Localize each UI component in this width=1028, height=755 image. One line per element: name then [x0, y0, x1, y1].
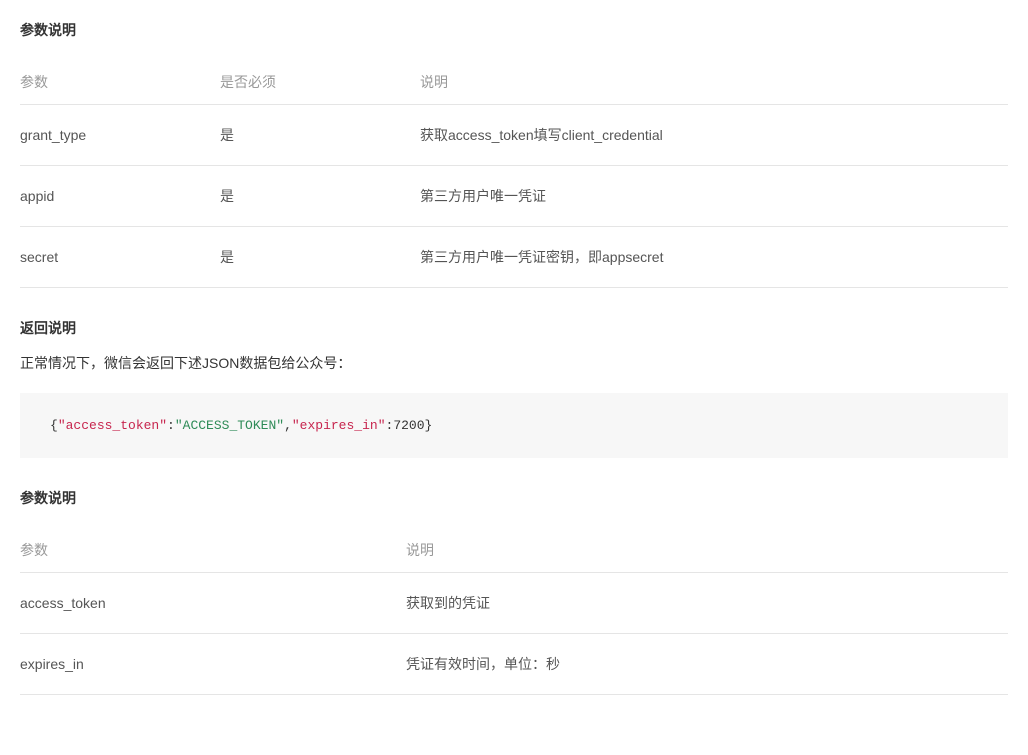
params-section-title: 参数说明	[20, 20, 1008, 40]
code-key: "access_token"	[58, 418, 167, 433]
code-key: "expires_in"	[292, 418, 386, 433]
return-section-title: 返回说明	[20, 318, 1008, 338]
table-row: secret 是 第三方用户唯一凭证密钥，即appsecret	[20, 227, 1008, 288]
code-string: "ACCESS_TOKEN"	[175, 418, 284, 433]
return-params-table: 参数 说明 access_token 获取到的凭证 expires_in 凭证有…	[20, 528, 1008, 695]
cell-required: 是	[220, 166, 420, 227]
cell-param: access_token	[20, 573, 406, 634]
cell-param: grant_type	[20, 105, 220, 166]
table-header-row: 参数 说明	[20, 528, 1008, 573]
cell-desc: 获取access_token填写client_credential	[420, 105, 1008, 166]
table-row: appid 是 第三方用户唯一凭证	[20, 166, 1008, 227]
cell-param: expires_in	[20, 634, 406, 695]
cell-desc: 获取到的凭证	[406, 573, 1008, 634]
table-row: expires_in 凭证有效时间，单位：秒	[20, 634, 1008, 695]
table-header-row: 参数 是否必须 说明	[20, 60, 1008, 105]
header-param: 参数	[20, 528, 406, 573]
header-desc: 说明	[420, 60, 1008, 105]
params-table: 参数 是否必须 说明 grant_type 是 获取access_token填写…	[20, 60, 1008, 288]
header-required: 是否必须	[220, 60, 420, 105]
table-row: grant_type 是 获取access_token填写client_cred…	[20, 105, 1008, 166]
json-code-block: {"access_token":"ACCESS_TOKEN","expires_…	[20, 393, 1008, 458]
cell-desc: 第三方用户唯一凭证	[420, 166, 1008, 227]
return-description: 正常情况下，微信会返回下述JSON数据包给公众号：	[20, 353, 1008, 373]
cell-param: secret	[20, 227, 220, 288]
cell-desc: 凭证有效时间，单位：秒	[406, 634, 1008, 695]
code-number: 7200	[393, 418, 424, 433]
header-desc: 说明	[406, 528, 1008, 573]
cell-desc: 第三方用户唯一凭证密钥，即appsecret	[420, 227, 1008, 288]
header-param: 参数	[20, 60, 220, 105]
table-row: access_token 获取到的凭证	[20, 573, 1008, 634]
cell-required: 是	[220, 227, 420, 288]
cell-required: 是	[220, 105, 420, 166]
params-section-title-2: 参数说明	[20, 488, 1008, 508]
cell-param: appid	[20, 166, 220, 227]
